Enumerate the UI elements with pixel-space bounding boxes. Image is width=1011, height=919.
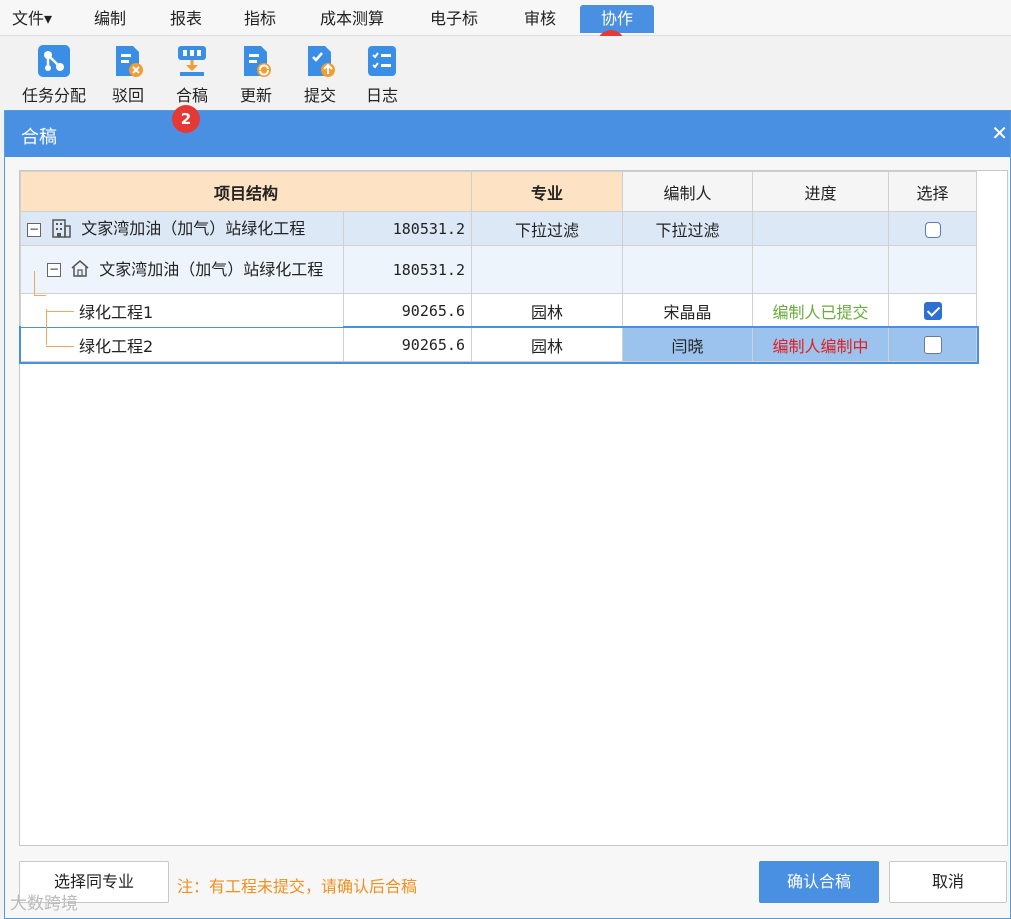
submit-icon xyxy=(303,44,337,78)
close-icon[interactable]: ✕ xyxy=(991,121,1008,145)
project-value: 90265.6 xyxy=(343,293,472,328)
row-checkbox[interactable] xyxy=(923,336,942,355)
log-button[interactable]: 日志 xyxy=(346,44,418,106)
tree-line xyxy=(46,346,74,347)
log-label: 日志 xyxy=(365,86,398,105)
cancel-button[interactable]: 取消 xyxy=(889,861,1007,903)
col-project-structure[interactable]: 项目结构 xyxy=(20,171,472,212)
update-label: 更新 xyxy=(239,86,272,105)
tree-line xyxy=(46,309,47,345)
update-button[interactable]: 更新 xyxy=(220,44,292,106)
project-value: 180531.2 xyxy=(343,211,472,246)
menu-cost-estimate[interactable]: 成本测算 xyxy=(310,5,394,33)
select-all-checkbox[interactable] xyxy=(924,221,941,238)
task-assign-label: 任务分配 xyxy=(21,86,86,105)
project-name: 文家湾加油（加气）站绿化工程 xyxy=(81,219,306,239)
update-icon xyxy=(239,44,273,78)
project-value: 180531.2 xyxy=(343,245,472,294)
menu-e-bid[interactable]: 电子标 xyxy=(420,5,488,33)
col-select[interactable]: 选择 xyxy=(888,171,977,212)
tree-line xyxy=(34,295,46,296)
progress-cell xyxy=(752,211,889,246)
reject-button[interactable]: 驳回 xyxy=(92,44,164,106)
table-row[interactable]: 绿化工程1 90265.6 园林 宋晶晶 编制人已提交 xyxy=(20,293,977,328)
collapse-toggle[interactable]: − xyxy=(47,262,61,277)
progress-cell xyxy=(752,245,889,294)
editor-cell: 宋晶晶 xyxy=(622,293,753,328)
project-table: 项目结构 专业 编制人 进度 选择 − 文家湾加油（加气）站绿化工程 18053… xyxy=(18,171,979,364)
editor-cell: 闫晓 xyxy=(622,327,753,362)
task-assign-button[interactable]: 任务分配 xyxy=(18,44,90,106)
select-cell xyxy=(888,293,977,328)
confirm-merge-button[interactable]: 确认合稿 xyxy=(759,861,879,903)
col-progress[interactable]: 进度 xyxy=(752,171,889,212)
building-icon xyxy=(50,218,72,242)
project-name-cell: − 文家湾加油（加气）站绿化工程 xyxy=(20,245,344,294)
select-cell xyxy=(888,327,977,362)
editor-filter[interactable]: 下拉过滤 xyxy=(622,211,753,246)
warning-note: 注：有工程未提交，请确认后合稿 xyxy=(177,877,418,896)
select-cell xyxy=(888,245,977,294)
project-name: 文家湾加油（加气）站绿化工程 xyxy=(99,260,324,279)
major-filter[interactable]: 下拉过滤 xyxy=(471,211,623,246)
merge-draft-dialog: 合稿 ✕ 项目结构 专业 编制人 进度 选择 − 文家湾加油（加气）站绿化工程 … xyxy=(4,110,1011,919)
project-name-cell: − 文家湾加油（加气）站绿化工程 xyxy=(20,211,344,246)
log-icon xyxy=(365,44,399,78)
project-name-cell: 绿化工程2 xyxy=(20,327,344,362)
menu-report[interactable]: 报表 xyxy=(160,5,212,33)
major-cell xyxy=(471,245,623,294)
project-name: 绿化工程1 xyxy=(79,302,154,322)
ribbon-toolbar: 任务分配 驳回 合稿 更新 提交 日志 xyxy=(0,36,1011,108)
project-grid: 项目结构 专业 编制人 进度 选择 − 文家湾加油（加气）站绿化工程 18053… xyxy=(18,170,1008,846)
table-row[interactable]: − 文家湾加油（加气）站绿化工程 180531.2 下拉过滤 下拉过滤 xyxy=(20,211,977,246)
major-cell: 园林 xyxy=(471,293,623,328)
table-row[interactable]: − 文家湾加油（加气）站绿化工程 180531.2 xyxy=(20,245,977,294)
tree-line xyxy=(46,311,74,312)
reject-label: 驳回 xyxy=(111,86,144,105)
merge-draft-icon xyxy=(175,44,209,78)
step-badge-2: 2 xyxy=(172,105,200,133)
home-icon xyxy=(70,259,90,281)
menu-compile[interactable]: 编制 xyxy=(84,5,136,33)
progress-status: 编制人已提交 xyxy=(752,293,889,328)
select-cell xyxy=(888,211,977,246)
collapse-toggle[interactable]: − xyxy=(27,222,41,237)
table-header-row: 项目结构 专业 编制人 进度 选择 xyxy=(20,171,977,212)
reject-icon xyxy=(111,44,145,78)
dialog-titlebar: 合稿 ✕ xyxy=(5,111,1010,157)
tree-line xyxy=(34,271,35,295)
col-major[interactable]: 专业 xyxy=(471,171,623,212)
row-checkbox-checked[interactable] xyxy=(923,302,942,321)
merge-draft-label: 合稿 xyxy=(175,86,208,105)
dialog-title: 合稿 xyxy=(21,127,57,148)
menu-collaborate[interactable]: 协作 xyxy=(580,5,654,33)
table-row-selected[interactable]: 绿化工程2 90265.6 园林 闫晓 编制人编制中 xyxy=(18,325,979,364)
menu-index[interactable]: 指标 xyxy=(234,5,286,33)
major-cell: 园林 xyxy=(471,327,623,362)
task-assign-icon xyxy=(37,44,71,78)
progress-status: 编制人编制中 xyxy=(752,327,889,362)
project-value: 90265.6 xyxy=(343,327,472,362)
editor-cell xyxy=(622,245,753,294)
menu-file[interactable]: 文件▾ xyxy=(2,5,62,33)
project-name: 绿化工程2 xyxy=(79,336,154,356)
merge-draft-button[interactable]: 合稿 xyxy=(156,44,228,106)
watermark: 大数跨境 xyxy=(10,894,78,914)
menu-review[interactable]: 审核 xyxy=(514,5,566,33)
menu-bar: 文件▾ 编制 报表 指标 成本测算 电子标 审核 协作 xyxy=(0,0,1011,36)
col-editor[interactable]: 编制人 xyxy=(622,171,753,212)
